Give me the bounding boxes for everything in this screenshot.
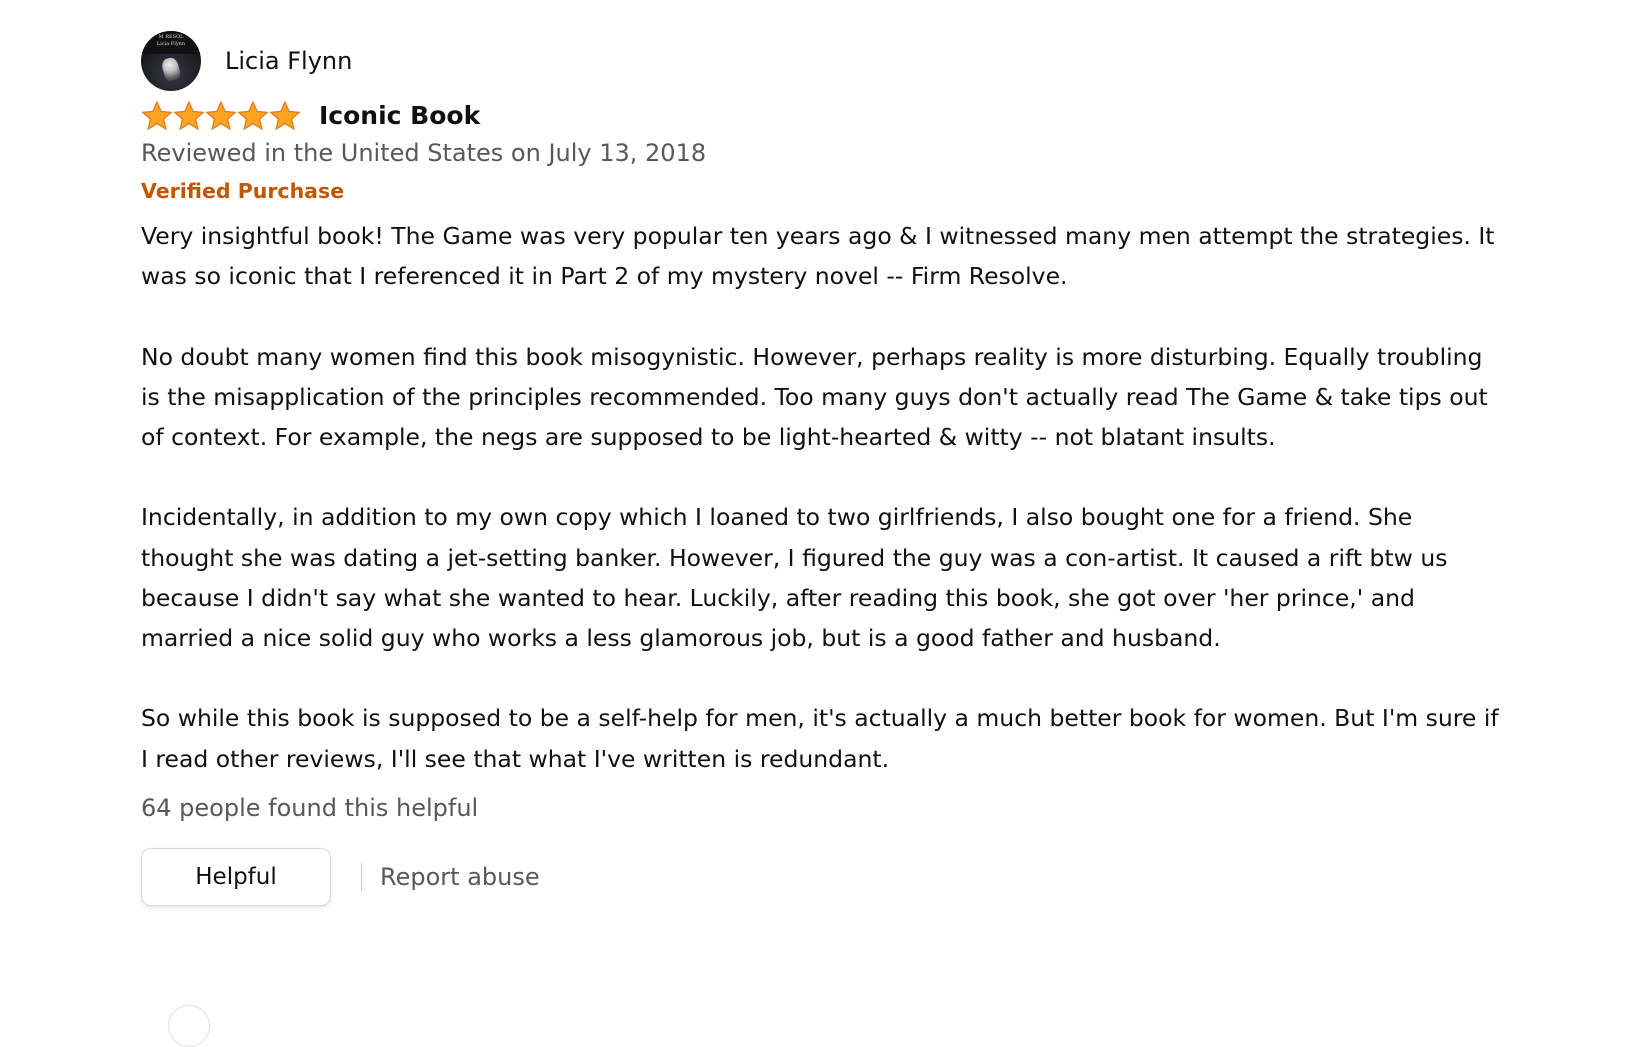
review-date: Reviewed in the United States on July 13… xyxy=(141,139,707,167)
review-title[interactable]: Iconic Book xyxy=(319,101,480,131)
review-paragraph: No doubt many women find this book misog… xyxy=(141,342,1488,451)
review-paragraph: Incidentally, in addition to my own copy… xyxy=(141,503,1448,652)
reviewer-name[interactable]: Licia Flynn xyxy=(225,47,352,75)
star-icon xyxy=(237,100,269,132)
review-paragraph: So while this book is supposed to be a s… xyxy=(141,704,1499,773)
avatar-figure xyxy=(160,56,182,82)
divider xyxy=(361,862,362,891)
review-paragraph: Very insightful book! The Game was very … xyxy=(141,222,1495,291)
review-title-row: Iconic Book xyxy=(141,98,1541,134)
report-abuse-link[interactable]: Report abuse xyxy=(380,863,540,891)
review-card: M RESOL Licia Flynn Licia Flynn Iconic Bo… xyxy=(141,30,1541,907)
star-icon xyxy=(173,100,205,132)
helpful-button[interactable]: Helpful xyxy=(141,847,331,906)
review-body: Very insightful book! The Game was very … xyxy=(141,216,1501,779)
avatar[interactable]: M RESOL Licia Flynn xyxy=(141,31,201,91)
star-icon xyxy=(205,100,237,132)
star-icon xyxy=(269,100,301,132)
verified-purchase-badge: Verified Purchase xyxy=(141,179,345,203)
star-rating[interactable] xyxy=(141,100,301,132)
reviewer-profile[interactable]: M RESOL Licia Flynn Licia Flynn xyxy=(141,30,1541,92)
avatar-book-cover: M RESOL Licia Flynn xyxy=(141,31,201,54)
star-icon xyxy=(141,100,173,132)
helpful-count: 64 people found this helpful xyxy=(141,793,479,822)
review-actions: Helpful Report abuse xyxy=(141,847,1541,907)
next-review-avatar xyxy=(168,1005,210,1047)
